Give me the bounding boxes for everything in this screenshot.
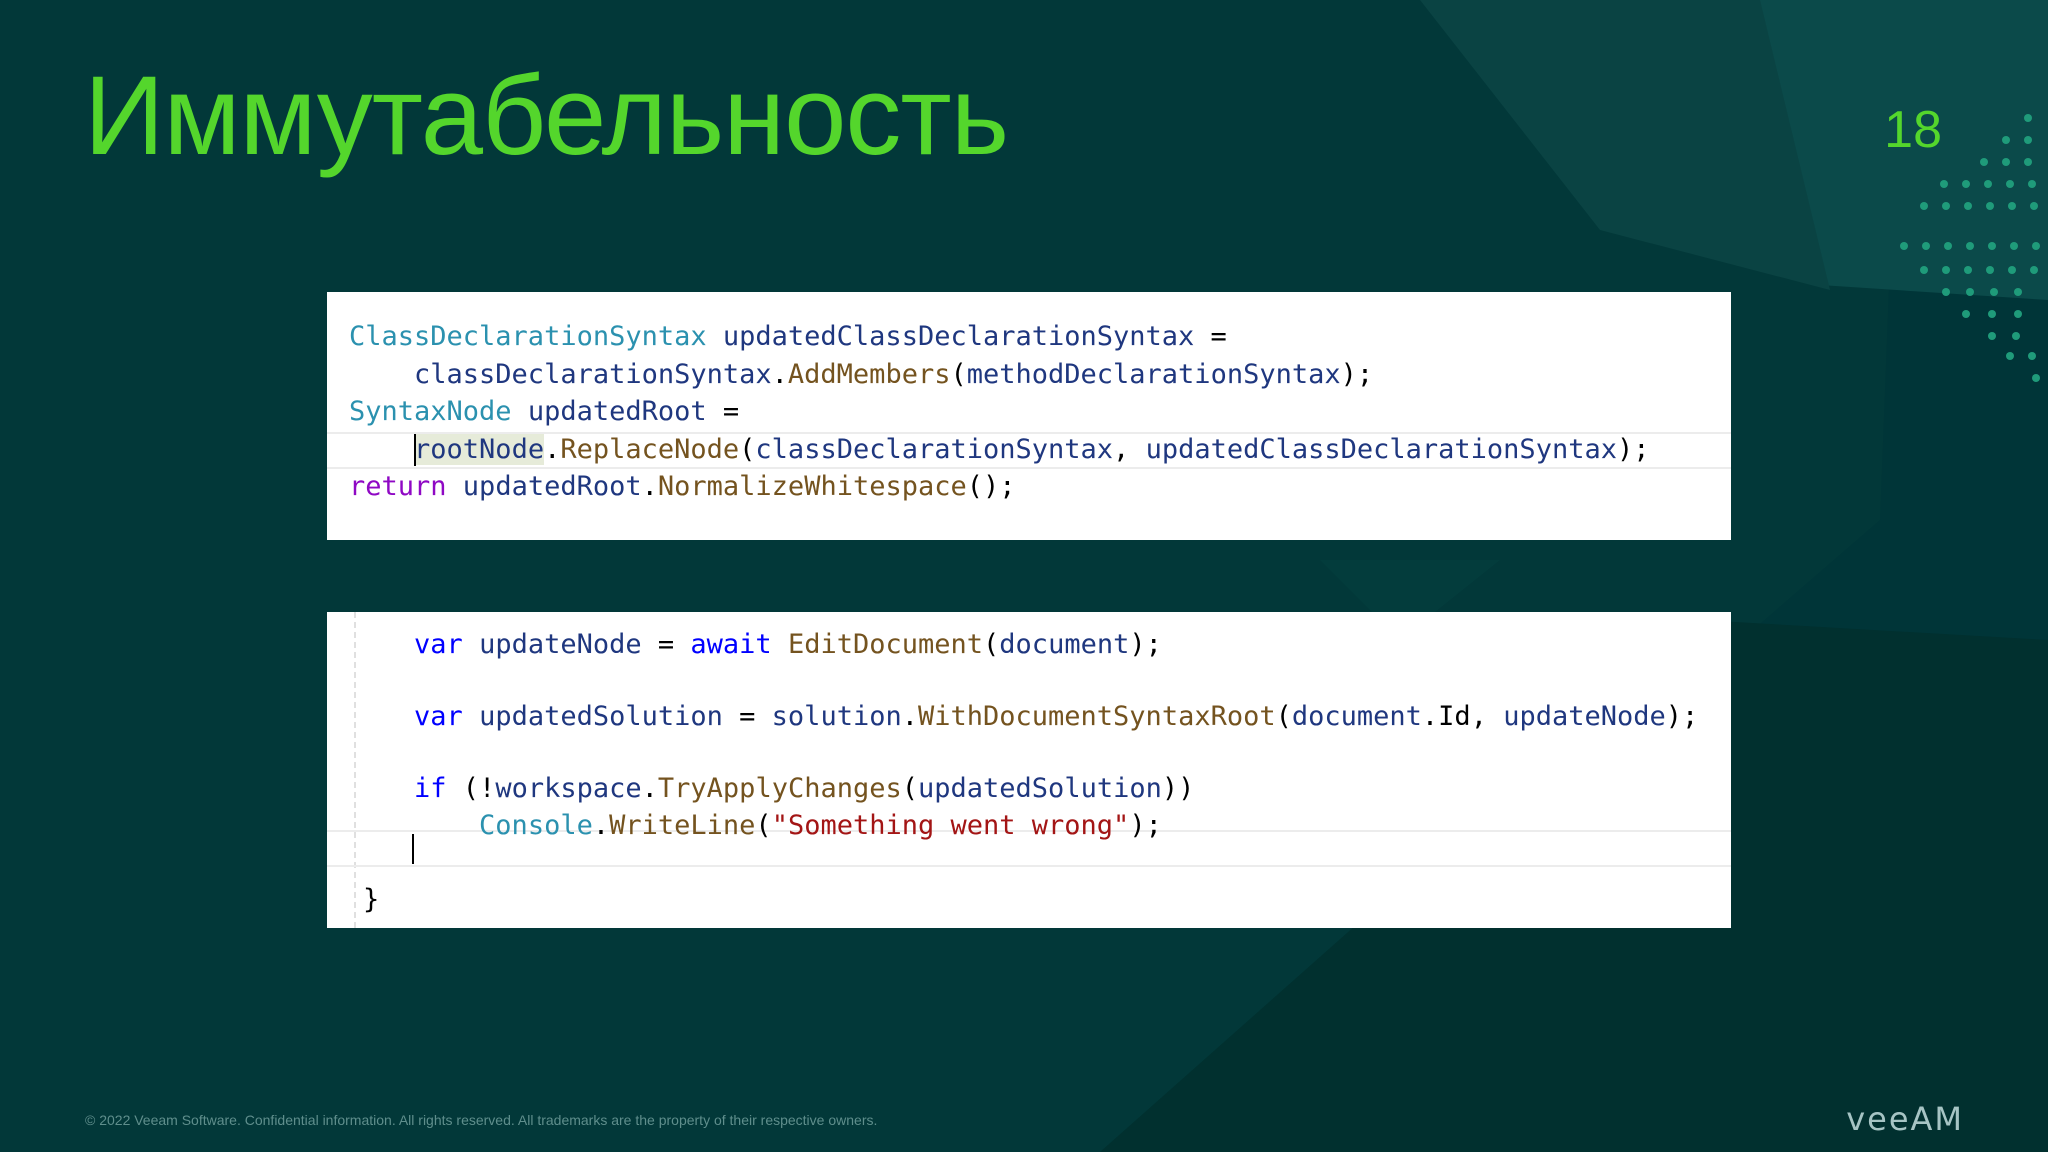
code-line: classDeclarationSyntax.AddMembers(method… — [349, 359, 1374, 390]
selected-token: rootNode — [414, 434, 545, 465]
code-line: var updateNode = await EditDocument(docu… — [414, 629, 1162, 660]
code-snippet-apply-changes: var updateNode = await EditDocument(docu… — [327, 612, 1731, 928]
code-line: var updatedSolution = solution.WithDocum… — [414, 701, 1699, 732]
page-number: 18 — [1884, 101, 1942, 159]
code-line: SyntaxNode updatedRoot = — [349, 396, 740, 427]
code-line: return updatedRoot.NormalizeWhitespace()… — [349, 471, 1016, 502]
code-line: if (!workspace.TryApplyChanges(updatedSo… — [414, 773, 1195, 804]
code-line: ClassDeclarationSyntax updatedClassDecla… — [349, 321, 1227, 352]
veeam-logo: veeAM — [1846, 1100, 1964, 1138]
code-line: } — [363, 884, 380, 915]
text-cursor — [412, 834, 414, 864]
code-line-highlighted: rootNode.ReplaceNode(classDeclarationSyn… — [414, 434, 1650, 465]
code-snippet-roslyn-replace: ClassDeclarationSyntax updatedClassDecla… — [327, 292, 1731, 540]
text-cursor — [414, 434, 416, 466]
slide-title: Иммутабельность — [84, 53, 1009, 178]
code-line: Console.WriteLine("Something went wrong"… — [479, 810, 1162, 841]
copyright-footer: © 2022 Veeam Software. Confidential info… — [85, 1112, 878, 1128]
